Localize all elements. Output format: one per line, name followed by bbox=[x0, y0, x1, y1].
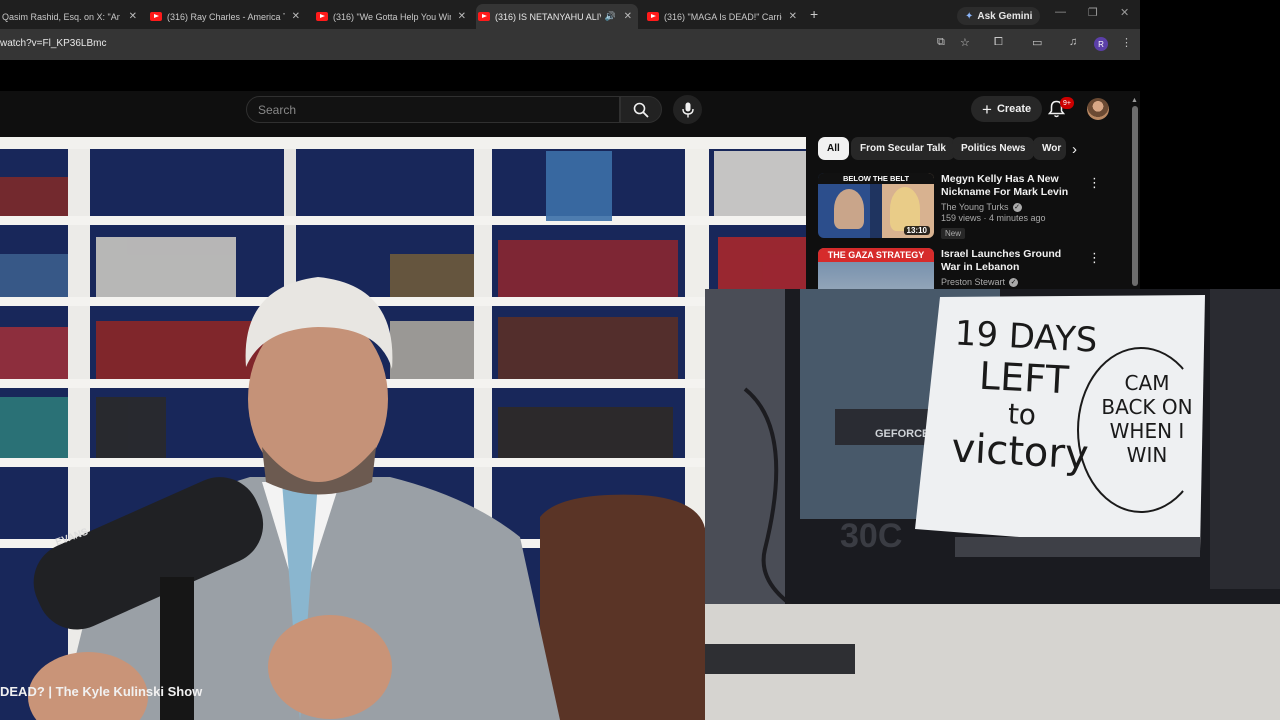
tab-close-icon[interactable]: ✕ bbox=[624, 11, 632, 22]
audio-playing-icon[interactable]: 🔊 bbox=[605, 11, 616, 22]
split-view-icon[interactable]: ▭ bbox=[1032, 36, 1042, 49]
video-thumbnail[interactable]: BELOW THE BELT 13:10 bbox=[818, 173, 934, 238]
bookmark-star-icon[interactable]: ☆ bbox=[960, 36, 970, 49]
address-bar: watch?v=Fl_KP36LBmc ⧉ ☆ ⧠ ▭ ♫ ⋮ bbox=[0, 29, 1140, 60]
tab-title: (316) "MAGA Is DEAD!" Carrie P bbox=[664, 11, 782, 22]
sign-line: WIN bbox=[1126, 443, 1168, 467]
chip-all[interactable]: All bbox=[818, 137, 849, 160]
thumbnail-banner: BELOW THE BELT bbox=[818, 173, 934, 184]
recommendation-item[interactable]: BELOW THE BELT 13:10 Megyn Kelly Has A N… bbox=[818, 173, 1108, 243]
restore-window-button[interactable]: ❐ bbox=[1088, 6, 1098, 19]
close-window-button[interactable]: ✕ bbox=[1120, 6, 1129, 19]
video-duration: 13:10 bbox=[903, 226, 930, 235]
search-button[interactable] bbox=[620, 96, 662, 123]
chip-politics-news[interactable]: Politics News bbox=[952, 137, 1035, 160]
sign-line: WHEN I bbox=[1109, 419, 1185, 443]
install-app-icon[interactable]: ⧉ bbox=[937, 36, 945, 49]
youtube-favicon-icon bbox=[316, 12, 328, 21]
notification-count-badge: 9+ bbox=[1060, 97, 1074, 109]
more-actions-icon[interactable]: ⋮ bbox=[1088, 250, 1101, 266]
browser-tab-1[interactable]: Qasim Rashid, Esq. on X: "An u ✕ bbox=[0, 4, 143, 29]
recommendation-views: 159 views · 4 minutes ago bbox=[941, 213, 1046, 223]
recommendation-title[interactable]: Israel Launches Ground War in Lebanon bbox=[941, 248, 1081, 274]
verified-check-icon: ✓ bbox=[1009, 277, 1019, 287]
youtube-favicon-icon bbox=[478, 12, 490, 21]
new-badge: New bbox=[941, 228, 966, 239]
recommendation-meta: Israel Launches Ground War in Lebanon Pr… bbox=[941, 248, 1081, 287]
youtube-favicon-icon bbox=[647, 12, 659, 21]
ask-gemini-label: Ask Gemini bbox=[977, 10, 1033, 22]
video-frame-scene: EVANS bbox=[0, 137, 806, 720]
account-avatar[interactable] bbox=[1087, 98, 1109, 120]
recommendation-channel-row: The Young Turks ✓ bbox=[941, 202, 1081, 212]
sign-side-text: CAM BACK ON WHEN I WIN bbox=[1089, 371, 1205, 467]
thumbnail-banner: THE GAZA STRATEGY bbox=[818, 248, 934, 262]
recommendation-channel[interactable]: The Young Turks bbox=[941, 202, 1009, 212]
tab-close-icon[interactable]: ✕ bbox=[292, 11, 300, 22]
plus-icon: + bbox=[982, 99, 992, 119]
tab-close-icon[interactable]: ✕ bbox=[458, 11, 466, 22]
microphone-icon bbox=[681, 102, 694, 117]
chip-world[interactable]: Wor bbox=[1033, 137, 1066, 160]
masthead: Search + Create 9+ bbox=[0, 91, 1140, 137]
video-thumbnail[interactable]: THE GAZA STRATEGY bbox=[818, 248, 934, 289]
recommendation-channel-row: Preston Stewart ✓ bbox=[941, 277, 1081, 287]
extensions-puzzle-icon[interactable]: ⧠ bbox=[994, 36, 1003, 49]
create-label: Create bbox=[996, 103, 1032, 115]
profile-avatar[interactable]: R bbox=[1094, 37, 1108, 51]
tab-close-icon[interactable]: ✕ bbox=[129, 11, 137, 22]
minimize-window-button[interactable]: — bbox=[1055, 6, 1066, 18]
thumbnail-person-right bbox=[890, 187, 920, 231]
webcam-overlay: GEFORCE R 30C 19 DAYS LEFT to victory CA… bbox=[705, 289, 1280, 720]
recommendation-item[interactable]: THE GAZA STRATEGY Israel Launches Ground… bbox=[818, 248, 1108, 289]
video-player[interactable]: EVANS bbox=[0, 137, 806, 720]
recommendation-meta: Megyn Kelly Has A New Nickname For Mark … bbox=[941, 173, 1081, 241]
media-controls-icon[interactable]: ♫ bbox=[1069, 36, 1077, 48]
thumbnail-person-left bbox=[834, 189, 864, 229]
browser-tab-5[interactable]: (316) "MAGA Is DEAD!" Carrie P ✕ bbox=[645, 4, 803, 29]
case-logo: 30C bbox=[840, 517, 902, 555]
chrome-menu-icon[interactable]: ⋮ bbox=[1121, 36, 1132, 49]
page-scrollbar[interactable]: ▲ bbox=[1131, 97, 1138, 286]
chip-from-secular-talk[interactable]: From Secular Talk bbox=[851, 137, 955, 160]
search-input[interactable]: Search bbox=[246, 96, 620, 123]
recommendation-title[interactable]: Megyn Kelly Has A New Nickname For Mark … bbox=[941, 173, 1081, 199]
tab-title: (316) Ray Charles - America Th bbox=[167, 11, 285, 22]
voice-search-button[interactable] bbox=[673, 95, 702, 124]
video-title: DEAD? | The Kyle Kulinski Show bbox=[0, 684, 203, 699]
browser-tab-4-active[interactable]: (316) IS NETANYAHU ALIVE 🔊 ✕ bbox=[476, 4, 638, 29]
gemini-sparkle-icon: ✦ bbox=[965, 10, 974, 22]
browser-tab-3[interactable]: (316) "We Gotta Help You Win!" ✕ bbox=[314, 4, 472, 29]
more-actions-icon[interactable]: ⋮ bbox=[1088, 175, 1101, 191]
browser-tab-2[interactable]: (316) Ray Charles - America Th ✕ bbox=[148, 4, 306, 29]
chevron-right-icon[interactable]: › bbox=[1072, 141, 1077, 158]
tab-close-icon[interactable]: ✕ bbox=[789, 11, 797, 22]
scrollbar-thumb[interactable] bbox=[1131, 106, 1138, 286]
tab-strip: Qasim Rashid, Esq. on X: "An u ✕ (316) R… bbox=[0, 0, 1140, 29]
scroll-up-arrow-icon[interactable]: ▲ bbox=[1131, 97, 1138, 104]
new-tab-button[interactable]: + bbox=[810, 6, 818, 22]
create-button[interactable]: + Create bbox=[971, 96, 1043, 122]
youtube-favicon-icon bbox=[150, 12, 162, 21]
verified-check-icon: ✓ bbox=[1012, 202, 1022, 212]
ask-gemini-button[interactable]: ✦ Ask Gemini bbox=[957, 7, 1041, 25]
tab-title: (316) "We Gotta Help You Win!" bbox=[333, 11, 451, 22]
recommendation-channel[interactable]: Preston Stewart bbox=[941, 277, 1005, 287]
sign-line: BACK ON bbox=[1101, 395, 1193, 419]
tab-title: (316) IS NETANYAHU ALIVE bbox=[495, 11, 601, 22]
url-field[interactable]: watch?v=Fl_KP36LBmc bbox=[0, 38, 106, 49]
sign-line: CAM bbox=[1124, 371, 1170, 395]
search-icon bbox=[633, 102, 649, 118]
tab-title: Qasim Rashid, Esq. on X: "An u bbox=[2, 11, 120, 22]
